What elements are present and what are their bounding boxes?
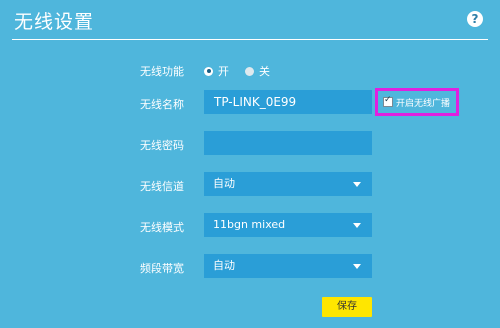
help-icon[interactable]: ? (467, 11, 483, 27)
broadcast-label: 开启无线广播 (396, 98, 451, 109)
password-input[interactable] (204, 131, 372, 155)
page-title: 无线设置 (14, 11, 95, 33)
broadcast-checkbox[interactable] (383, 95, 393, 107)
title-divider (12, 39, 488, 40)
ssid-label: 无线名称 (140, 98, 184, 111)
ssid-input[interactable]: TP-LINK_0E99 (204, 90, 372, 114)
radio-off-label: 关 (259, 65, 270, 78)
mode-select[interactable]: 11bgn mixed (204, 213, 372, 237)
password-label: 无线密码 (140, 139, 184, 152)
radio-off[interactable] (245, 66, 254, 76)
radio-on[interactable] (204, 66, 213, 76)
radio-on-label: 开 (218, 65, 229, 78)
broadcast-option[interactable]: 开启无线广播 (375, 88, 459, 116)
save-button[interactable]: 保存 (322, 297, 372, 317)
bandwidth-select[interactable]: 自动 (204, 254, 372, 278)
mode-value: 11bgn mixed (213, 218, 286, 231)
mode-label: 无线模式 (140, 221, 184, 234)
chevron-down-icon (353, 182, 361, 187)
bandwidth-value: 自动 (213, 259, 235, 272)
chevron-down-icon (353, 223, 361, 228)
wireless-function-radio-group: 开 关 (204, 63, 286, 79)
channel-label: 无线信道 (140, 180, 184, 193)
wireless-function-label: 无线功能 (140, 65, 184, 78)
bandwidth-label: 频段带宽 (140, 262, 184, 275)
channel-value: 自动 (213, 177, 235, 190)
chevron-down-icon (353, 264, 361, 269)
channel-select[interactable]: 自动 (204, 172, 372, 196)
